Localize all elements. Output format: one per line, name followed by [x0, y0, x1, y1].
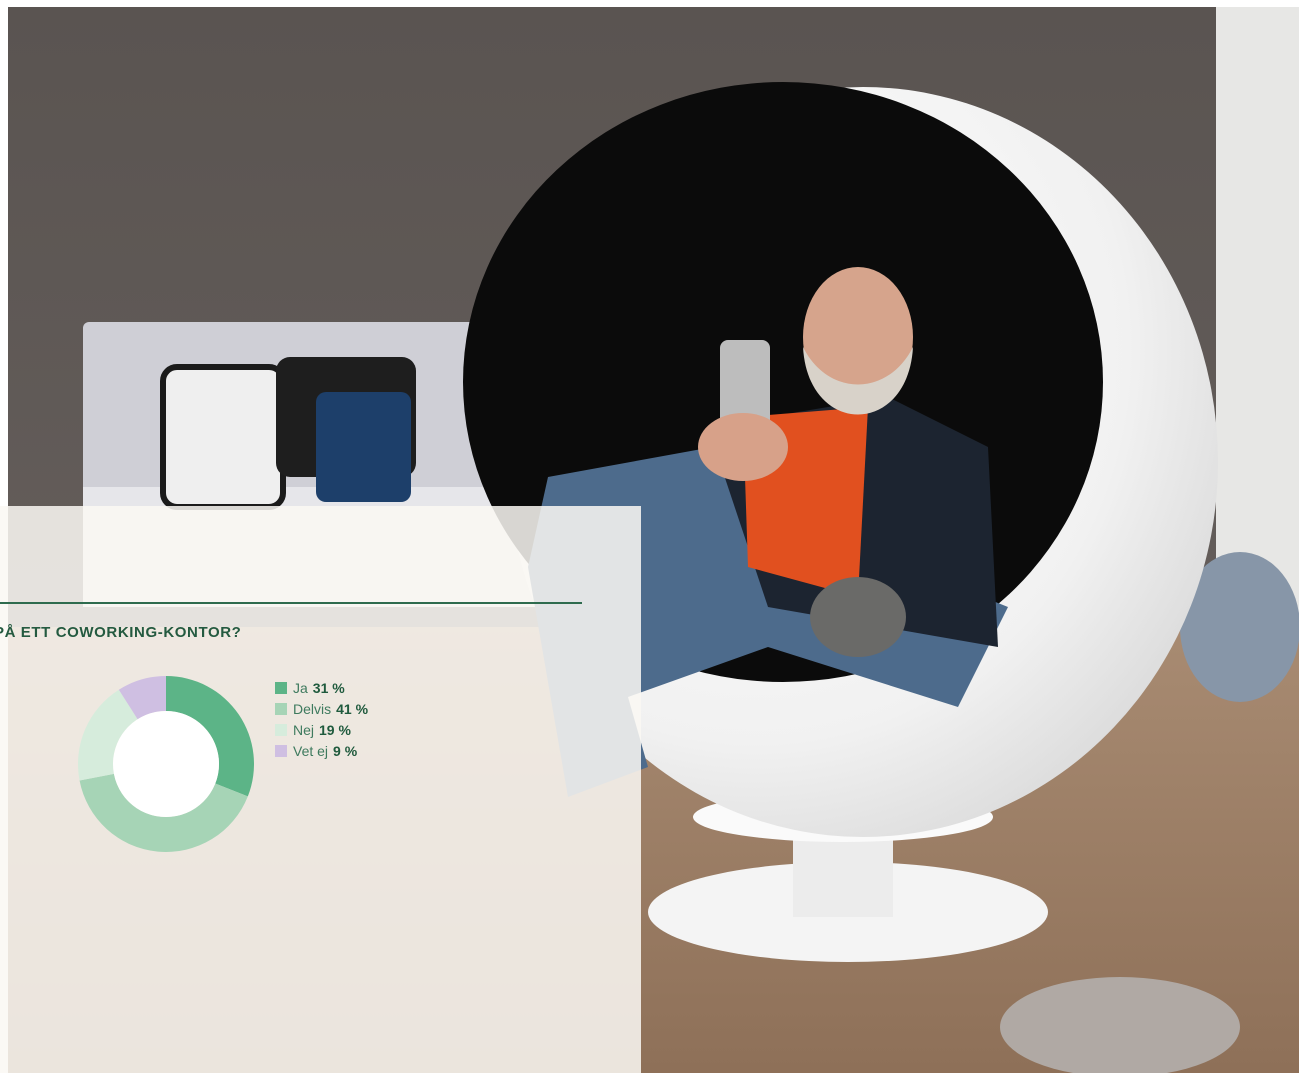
- legend-item-nej: Nej 19 %: [275, 720, 368, 740]
- legend-item-ja: Ja 31 %: [275, 678, 368, 698]
- legend-swatch-nej: [275, 724, 287, 736]
- survey-panel: PÅ ETT COWORKING-KONTOR? Ja 31 % Delvis …: [0, 506, 641, 1073]
- legend-label-nej: Nej: [293, 722, 315, 738]
- legend-item-vet-ej: Vet ej 9 %: [275, 741, 368, 761]
- legend-value-delvis: 41 %: [336, 701, 369, 717]
- legend-swatch-ja: [275, 682, 287, 694]
- donut-hole: [113, 711, 219, 817]
- legend-label-vet-ej: Vet ej: [293, 743, 329, 759]
- legend-value-vet-ej: 9 %: [333, 743, 358, 759]
- legend-label-ja: Ja: [293, 680, 308, 696]
- legend-value-ja: 31 %: [312, 680, 345, 696]
- legend-swatch-delvis: [275, 703, 287, 715]
- legend-item-delvis: Delvis 41 %: [275, 699, 368, 719]
- divider-line: [0, 602, 582, 604]
- chart-legend: Ja 31 % Delvis 41 % Nej 19 % Vet ej 9 %: [275, 678, 368, 762]
- legend-label-delvis: Delvis: [293, 701, 332, 717]
- legend-swatch-vet-ej: [275, 745, 287, 757]
- legend-value-nej: 19 %: [319, 722, 351, 738]
- donut-chart: [78, 676, 254, 852]
- survey-question: PÅ ETT COWORKING-KONTOR?: [0, 624, 242, 641]
